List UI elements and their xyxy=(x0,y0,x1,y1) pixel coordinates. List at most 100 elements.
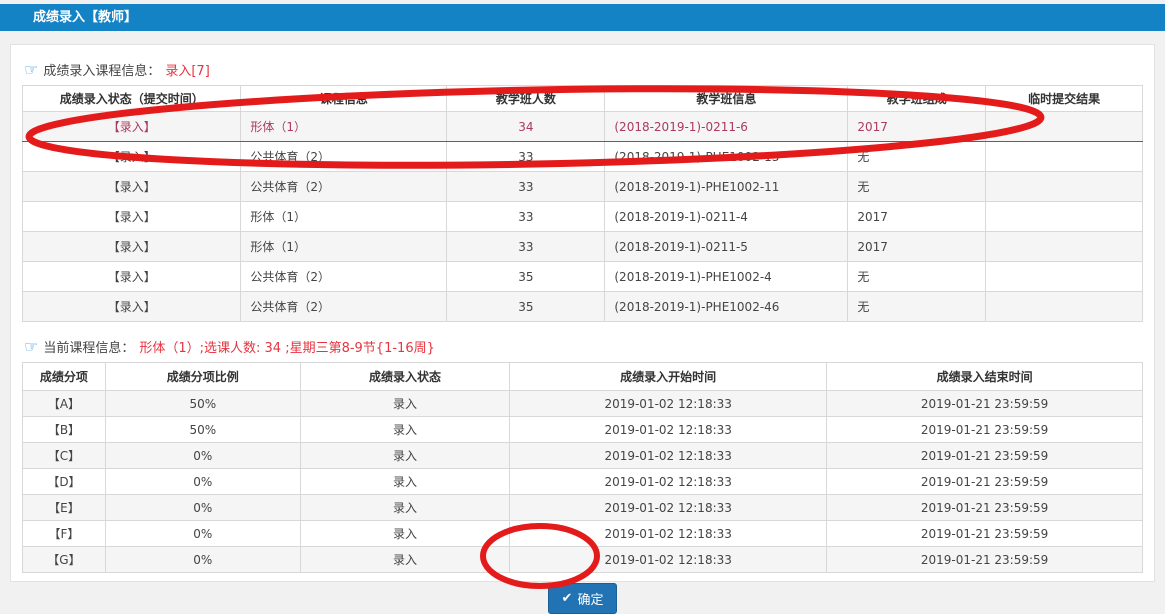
table-row: 【C】0%录入2019-01-02 12:18:332019-01-21 23:… xyxy=(23,443,1143,469)
table-cell: 2019-01-21 23:59:59 xyxy=(827,547,1143,573)
confirm-button-label: 确定 xyxy=(577,589,603,608)
table-cell: 公共体育（2） xyxy=(241,172,447,202)
confirm-button[interactable]: ✔ 确定 xyxy=(548,583,618,614)
table-cell: (2018-2019-1)-PHE1002-13 xyxy=(605,142,848,172)
table-cell: 2017 xyxy=(848,232,986,262)
table-cell: 2019-01-02 12:18:33 xyxy=(510,521,827,547)
pointing-hand-icon: ☞ xyxy=(24,63,38,77)
table-cell: 50% xyxy=(105,391,300,417)
column-header: 成绩录入结束时间 xyxy=(827,363,1143,391)
table-cell: 2019-01-02 12:18:33 xyxy=(510,391,827,417)
table-cell xyxy=(986,172,1143,202)
table-row: 【B】50%录入2019-01-02 12:18:332019-01-21 23… xyxy=(23,417,1143,443)
table-row[interactable]: 【录入】形体（1）33(2018-2019-1)-0211-42017 xyxy=(23,202,1143,232)
table-cell: 2017 xyxy=(848,202,986,232)
table-cell xyxy=(986,142,1143,172)
table-cell: (2018-2019-1)-PHE1002-11 xyxy=(605,172,848,202)
table-cell: 2019-01-02 12:18:33 xyxy=(510,469,827,495)
table-cell: 无 xyxy=(848,262,986,292)
current-course-value: 形体（1）;选课人数: 34 ;星期三第8-9节{1-16周} xyxy=(139,337,435,356)
entry-count-link[interactable]: 录入[7] xyxy=(165,60,209,79)
course-list-section-header: ☞ 成绩录入课程信息： 录入[7] xyxy=(24,60,1141,79)
table-cell: 【B】 xyxy=(23,417,106,443)
table-row[interactable]: 【录入】公共体育（2）33(2018-2019-1)-PHE1002-11无 xyxy=(23,172,1143,202)
grade-items-table: 成绩分项成绩分项比例成绩录入状态成绩录入开始时间成绩录入结束时间 【A】50%录… xyxy=(22,362,1143,573)
table-cell: 无 xyxy=(848,292,986,322)
table-cell: 2019-01-21 23:59:59 xyxy=(827,417,1143,443)
table-cell xyxy=(986,202,1143,232)
table-cell: 【录入】 xyxy=(23,112,241,142)
column-header: 课程信息 xyxy=(241,86,447,112)
table-cell: 【录入】 xyxy=(23,262,241,292)
table-cell: 【A】 xyxy=(23,391,106,417)
table-cell: 【录入】 xyxy=(23,202,241,232)
table-cell: 录入 xyxy=(300,547,509,573)
column-header: 教学班人数 xyxy=(447,86,605,112)
current-course-section-header: ☞ 当前课程信息： 形体（1）;选课人数: 34 ;星期三第8-9节{1-16周… xyxy=(24,337,1141,356)
table-cell: 2019-01-02 12:18:33 xyxy=(510,443,827,469)
table-cell: 33 xyxy=(447,202,605,232)
table-cell xyxy=(986,262,1143,292)
table-row[interactable]: 【录入】公共体育（2）35(2018-2019-1)-PHE1002-4无 xyxy=(23,262,1143,292)
table-cell xyxy=(986,232,1143,262)
table-cell: 2019-01-21 23:59:59 xyxy=(827,495,1143,521)
table-cell: 【录入】 xyxy=(23,142,241,172)
table-cell: 录入 xyxy=(300,521,509,547)
table-cell: 2019-01-21 23:59:59 xyxy=(827,443,1143,469)
table-row[interactable]: 【录入】公共体育（2）35(2018-2019-1)-PHE1002-46无 xyxy=(23,292,1143,322)
table-row[interactable]: 【录入】公共体育（2）33(2018-2019-1)-PHE1002-13无 xyxy=(23,142,1143,172)
table-cell: 2019-01-02 12:18:33 xyxy=(510,495,827,521)
table-cell: 2017 xyxy=(848,112,986,142)
table-row[interactable]: 【录入】形体（1）33(2018-2019-1)-0211-52017 xyxy=(23,232,1143,262)
table-cell: 录入 xyxy=(300,391,509,417)
table-cell: 2019-01-21 23:59:59 xyxy=(827,391,1143,417)
course-list-label: 成绩录入课程信息： xyxy=(43,60,160,79)
table-cell: 【E】 xyxy=(23,495,106,521)
column-header: 临时提交结果 xyxy=(986,86,1143,112)
table-cell: 2019-01-21 23:59:59 xyxy=(827,469,1143,495)
table-cell: 35 xyxy=(447,292,605,322)
table-cell: 【F】 xyxy=(23,521,106,547)
column-header: 成绩分项比例 xyxy=(105,363,300,391)
content-panel: ☞ 成绩录入课程信息： 录入[7] 成绩录入状态（提交时间）课程信息教学班人数教… xyxy=(10,44,1155,582)
table-cell: 录入 xyxy=(300,417,509,443)
table-cell: 公共体育（2） xyxy=(241,142,447,172)
table-cell: 34 xyxy=(447,112,605,142)
table-cell: (2018-2019-1)-0211-4 xyxy=(605,202,848,232)
table-cell: (2018-2019-1)-0211-5 xyxy=(605,232,848,262)
table-cell: 【录入】 xyxy=(23,292,241,322)
table-cell: 2019-01-21 23:59:59 xyxy=(827,521,1143,547)
table-cell: 33 xyxy=(447,142,605,172)
table-cell: (2018-2019-1)-PHE1002-46 xyxy=(605,292,848,322)
column-header: 教学班信息 xyxy=(605,86,848,112)
course-table: 成绩录入状态（提交时间）课程信息教学班人数教学班信息教学班组成临时提交结果 【录… xyxy=(22,85,1143,322)
table-cell: 形体（1） xyxy=(241,112,447,142)
table-cell: 2019-01-02 12:18:33 xyxy=(510,417,827,443)
table-cell: 公共体育（2） xyxy=(241,292,447,322)
table-cell: 无 xyxy=(848,142,986,172)
grade-items-header-row: 成绩分项成绩分项比例成绩录入状态成绩录入开始时间成绩录入结束时间 xyxy=(23,363,1143,391)
table-cell: (2018-2019-1)-0211-6 xyxy=(605,112,848,142)
table-cell: 录入 xyxy=(300,495,509,521)
table-row: 【G】0%录入2019-01-02 12:18:332019-01-21 23:… xyxy=(23,547,1143,573)
table-cell: 0% xyxy=(105,547,300,573)
table-cell: 无 xyxy=(848,172,986,202)
table-cell: 50% xyxy=(105,417,300,443)
current-course-label: 当前课程信息： xyxy=(43,337,134,356)
column-header: 成绩录入状态 xyxy=(300,363,509,391)
table-row: 【A】50%录入2019-01-02 12:18:332019-01-21 23… xyxy=(23,391,1143,417)
table-row: 【F】0%录入2019-01-02 12:18:332019-01-21 23:… xyxy=(23,521,1143,547)
table-cell: 【C】 xyxy=(23,443,106,469)
table-cell: 33 xyxy=(447,172,605,202)
column-header: 教学班组成 xyxy=(848,86,986,112)
column-header: 成绩录入状态（提交时间） xyxy=(23,86,241,112)
table-cell: 【G】 xyxy=(23,547,106,573)
table-cell: 形体（1） xyxy=(241,202,447,232)
table-cell: 0% xyxy=(105,521,300,547)
table-cell: 35 xyxy=(447,262,605,292)
table-row[interactable]: 【录入】形体（1）34(2018-2019-1)-0211-62017 xyxy=(23,112,1143,142)
table-cell xyxy=(986,292,1143,322)
table-row: 【D】0%录入2019-01-02 12:18:332019-01-21 23:… xyxy=(23,469,1143,495)
table-cell: 【D】 xyxy=(23,469,106,495)
pointing-hand-icon: ☞ xyxy=(24,340,38,354)
